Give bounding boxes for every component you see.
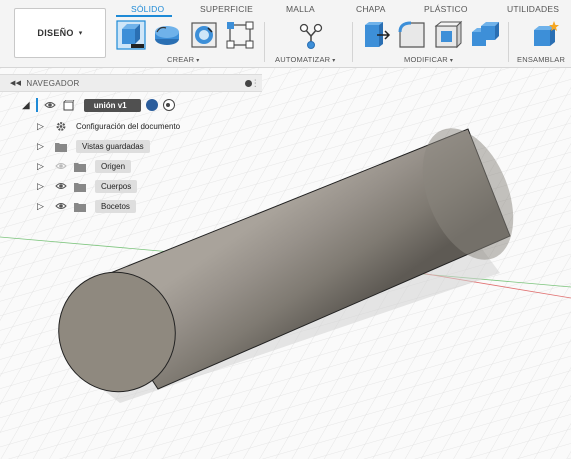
extrude-icon[interactable] xyxy=(152,20,182,50)
tree-item-origin[interactable]: ▷ Origen xyxy=(37,158,132,174)
tab-utilidades[interactable]: UTILIDADES xyxy=(507,4,559,14)
group-label-modificar[interactable]: MODIFICAR ▾ xyxy=(404,55,453,64)
navigator-header: ◀◀ NAVEGADOR ⋮ xyxy=(0,74,262,92)
group-separator xyxy=(352,22,353,62)
expand-triangle-icon[interactable]: ▷ xyxy=(37,161,47,172)
active-component-marker xyxy=(35,98,38,112)
workspace-label: DISEÑO xyxy=(37,28,74,38)
component-icon xyxy=(62,99,75,110)
tree-item-label: Cuerpos xyxy=(95,179,138,193)
gear-icon xyxy=(56,121,66,131)
root-component-label[interactable]: unión v1 xyxy=(83,98,141,112)
collapse-triangle-icon[interactable]: ◢ xyxy=(22,100,30,111)
resize-handle-icon[interactable]: ⋮ xyxy=(251,78,260,89)
tree-item-sketches[interactable]: ▷ Bocetos xyxy=(37,198,136,214)
press-pull-icon[interactable] xyxy=(361,20,391,50)
browser-navigator: ◀◀ NAVEGADOR ⋮ xyxy=(0,74,262,92)
chevron-down-icon: ▾ xyxy=(332,58,336,64)
group-label-ensamblar[interactable]: ENSAMBLAR xyxy=(517,55,565,64)
tab-plastico[interactable]: PLÁSTICO xyxy=(424,4,468,14)
chevron-down-icon: ▾ xyxy=(78,30,83,37)
tree-item-saved-views[interactable]: ▷ Vistas guardadas xyxy=(37,138,150,154)
tree-root-row[interactable]: ◢ unión v1 xyxy=(22,97,175,113)
group-separator xyxy=(264,22,265,62)
visibility-eye-icon[interactable] xyxy=(55,200,67,212)
chevron-down-icon: ▾ xyxy=(449,58,454,64)
tree-item-document-settings[interactable]: ▷ Configuración del documento xyxy=(37,118,180,134)
tree-item-label: Bocetos xyxy=(95,199,136,213)
group-separator xyxy=(508,22,509,62)
combine-icon[interactable] xyxy=(469,20,499,50)
tree-item-bodies[interactable]: ▷ Cuerpos xyxy=(37,178,138,194)
visibility-eye-icon[interactable] xyxy=(55,160,67,172)
tab-chapa[interactable]: CHAPA xyxy=(356,4,386,14)
folder-icon xyxy=(74,162,86,172)
expand-triangle-icon[interactable]: ▷ xyxy=(37,121,47,132)
tree-item-label: Vistas guardadas xyxy=(76,139,150,153)
fillet-icon[interactable] xyxy=(397,20,427,50)
automate-icon[interactable] xyxy=(296,20,326,50)
chevron-down-icon: ▾ xyxy=(196,58,200,64)
sketch-icon[interactable] xyxy=(225,20,255,50)
visibility-eye-icon[interactable] xyxy=(55,180,67,192)
navigator-title: NAVEGADOR xyxy=(26,78,80,88)
tree-item-label: Origen xyxy=(95,159,132,173)
folder-icon xyxy=(74,202,86,212)
radio-badge-icon[interactable] xyxy=(162,99,175,111)
tab-solido[interactable]: SÓLIDO xyxy=(131,4,164,14)
tab-superficie[interactable]: SUPERFICIE xyxy=(200,4,253,14)
expand-triangle-icon[interactable]: ▷ xyxy=(37,201,47,212)
shell-icon[interactable] xyxy=(433,20,463,50)
visibility-eye-icon[interactable] xyxy=(43,99,56,111)
new-component-icon[interactable] xyxy=(116,20,146,50)
folder-icon xyxy=(74,182,86,192)
active-tab-indicator xyxy=(116,15,172,17)
expand-triangle-icon[interactable]: ▷ xyxy=(37,141,47,152)
tab-malla[interactable]: MALLA xyxy=(286,4,315,14)
group-label-crear[interactable]: CREAR ▾ xyxy=(167,55,199,64)
new-joint-icon[interactable] xyxy=(530,20,560,50)
workspace-switcher-button[interactable]: DISEÑO ▾ xyxy=(14,8,106,58)
link-badge-icon xyxy=(145,99,158,111)
folder-icon xyxy=(55,142,67,152)
revolve-icon[interactable] xyxy=(189,20,219,50)
group-label-automatizar[interactable]: AUTOMATIZAR ▾ xyxy=(275,55,335,64)
expand-triangle-icon[interactable]: ▷ xyxy=(37,181,47,192)
tree-item-label: Configuración del documento xyxy=(76,121,181,131)
collapse-panel-icon[interactable]: ◀◀ xyxy=(10,79,21,87)
toolbar: DISEÑO ▾ SÓLIDO SUPERFICIE MALLA CHAPA P… xyxy=(0,0,571,68)
